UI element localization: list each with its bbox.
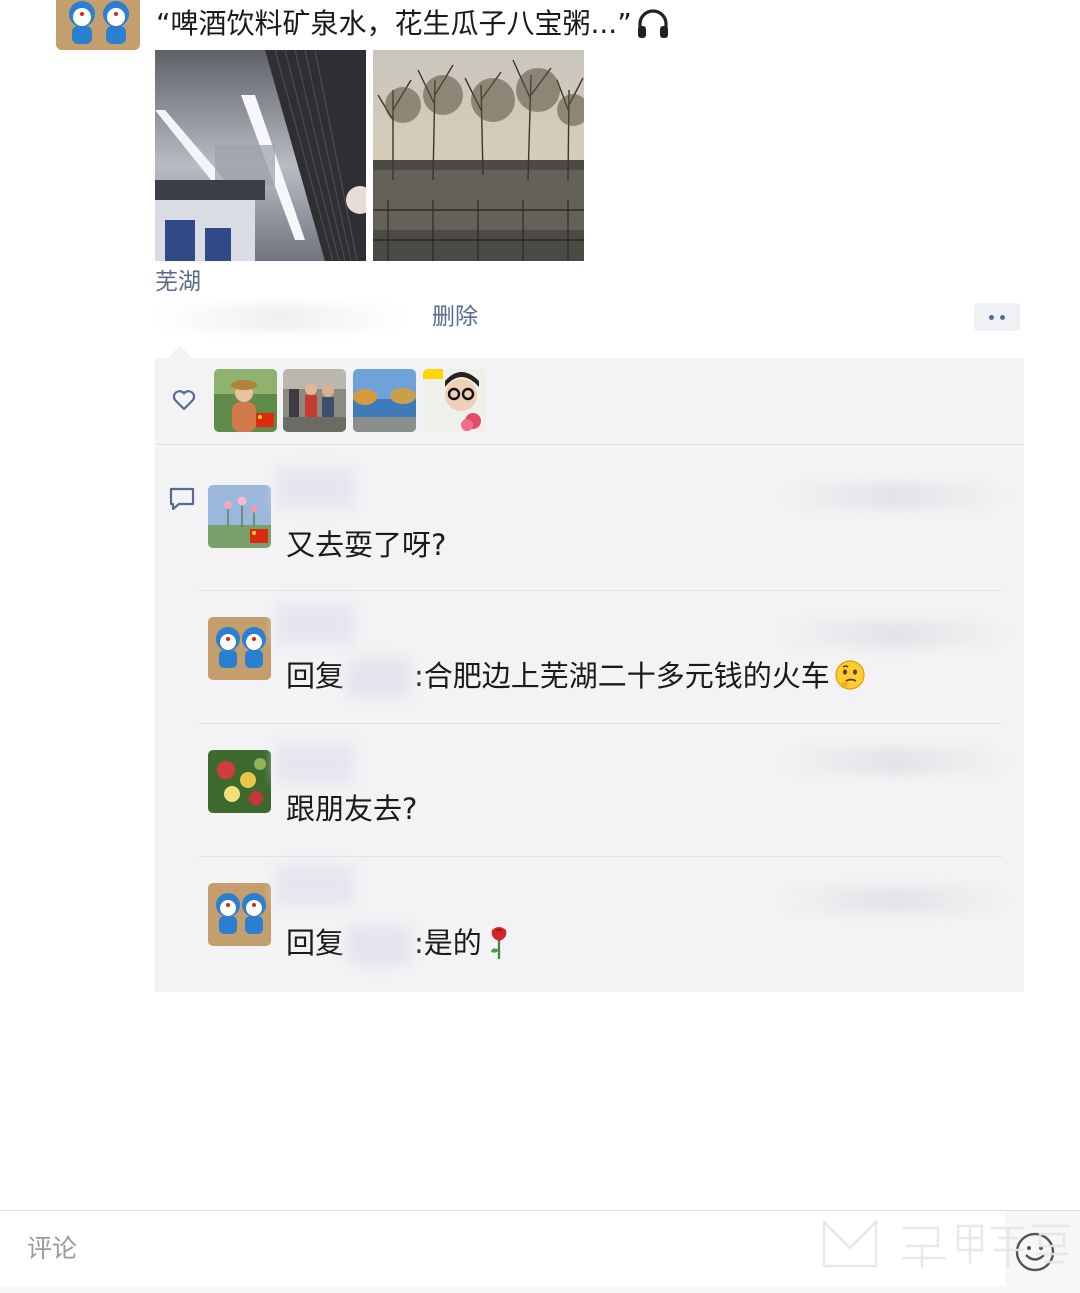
photo-train-interior[interactable] [155, 50, 366, 261]
panel-arrow [168, 345, 192, 358]
like-avatar[interactable] [353, 369, 416, 432]
comment-time-blurred [775, 748, 1005, 774]
post-time-blurred [155, 304, 405, 332]
more-icon [989, 315, 994, 320]
post-location[interactable]: 芜湖 [155, 266, 201, 298]
comment-text: 又去耍了呀? [286, 528, 447, 562]
photo-lake-trees[interactable] [373, 50, 584, 261]
reply-body: :是的 [414, 926, 482, 960]
commenter-name-blurred [275, 467, 355, 509]
reply-target-blurred [346, 925, 413, 965]
comment-item[interactable]: 回复 :是的 [155, 857, 1024, 992]
likes-row [155, 358, 1024, 444]
more-button[interactable] [974, 303, 1020, 331]
commenter-name-blurred [275, 865, 355, 907]
heart-icon [172, 390, 196, 411]
comment-text: 回复 :是的 [286, 923, 510, 965]
reply-body: :合肥边上芜湖二十多元钱的火车 [414, 659, 830, 693]
comment-time-blurred [775, 887, 1005, 913]
commenter-name-blurred [275, 742, 355, 784]
comment-text: 跟朋友去? [286, 792, 418, 826]
like-avatar[interactable] [423, 369, 486, 432]
post-text: “啤酒饮料矿泉水，花生瓜子八宝粥...” [156, 7, 632, 40]
comment-time-blurred [775, 621, 1005, 647]
comment-input[interactable] [0, 1211, 1005, 1286]
comment-time-blurred [775, 483, 1005, 509]
thinking-emoji-icon [835, 660, 865, 690]
comment-item[interactable]: 回复 :合肥边上芜湖二十多元钱的火车 [155, 591, 1024, 724]
poster-avatar[interactable] [56, 0, 140, 50]
comment-item[interactable]: 跟朋友去? [155, 724, 1024, 857]
like-avatar[interactable] [214, 369, 277, 432]
headphones-icon [638, 9, 668, 38]
commenter-avatar[interactable] [208, 617, 271, 680]
moments-detail-page: “啤酒饮料矿泉水，花生瓜子八宝粥...” 芜湖 删除 又去耍了呀? 回复:合肥… [0, 0, 1080, 1293]
interaction-panel: 又去耍了呀? 回复 :合肥边上芜湖二十多元钱的火车 跟朋友去? 回复:是的 [155, 358, 1024, 992]
like-avatar[interactable] [283, 369, 346, 432]
reply-target-blurred [346, 658, 413, 698]
commenter-avatar[interactable] [208, 883, 271, 946]
rose-emoji-icon [490, 927, 507, 959]
comment-item[interactable]: 又去耍了呀? [155, 445, 1024, 591]
commenter-avatar[interactable] [208, 750, 271, 813]
commenter-name-blurred [275, 603, 355, 645]
commenter-avatar[interactable] [208, 485, 271, 548]
reply-prefix: 回复 [286, 659, 345, 693]
reply-prefix: 回复 [286, 926, 345, 960]
emoji-icon[interactable] [1014, 1231, 1056, 1273]
delete-button[interactable]: 删除 [432, 300, 478, 334]
comment-bar [0, 1210, 1080, 1293]
comment-text: 回复 :合肥边上芜湖二十多元钱的火车 [286, 656, 866, 698]
